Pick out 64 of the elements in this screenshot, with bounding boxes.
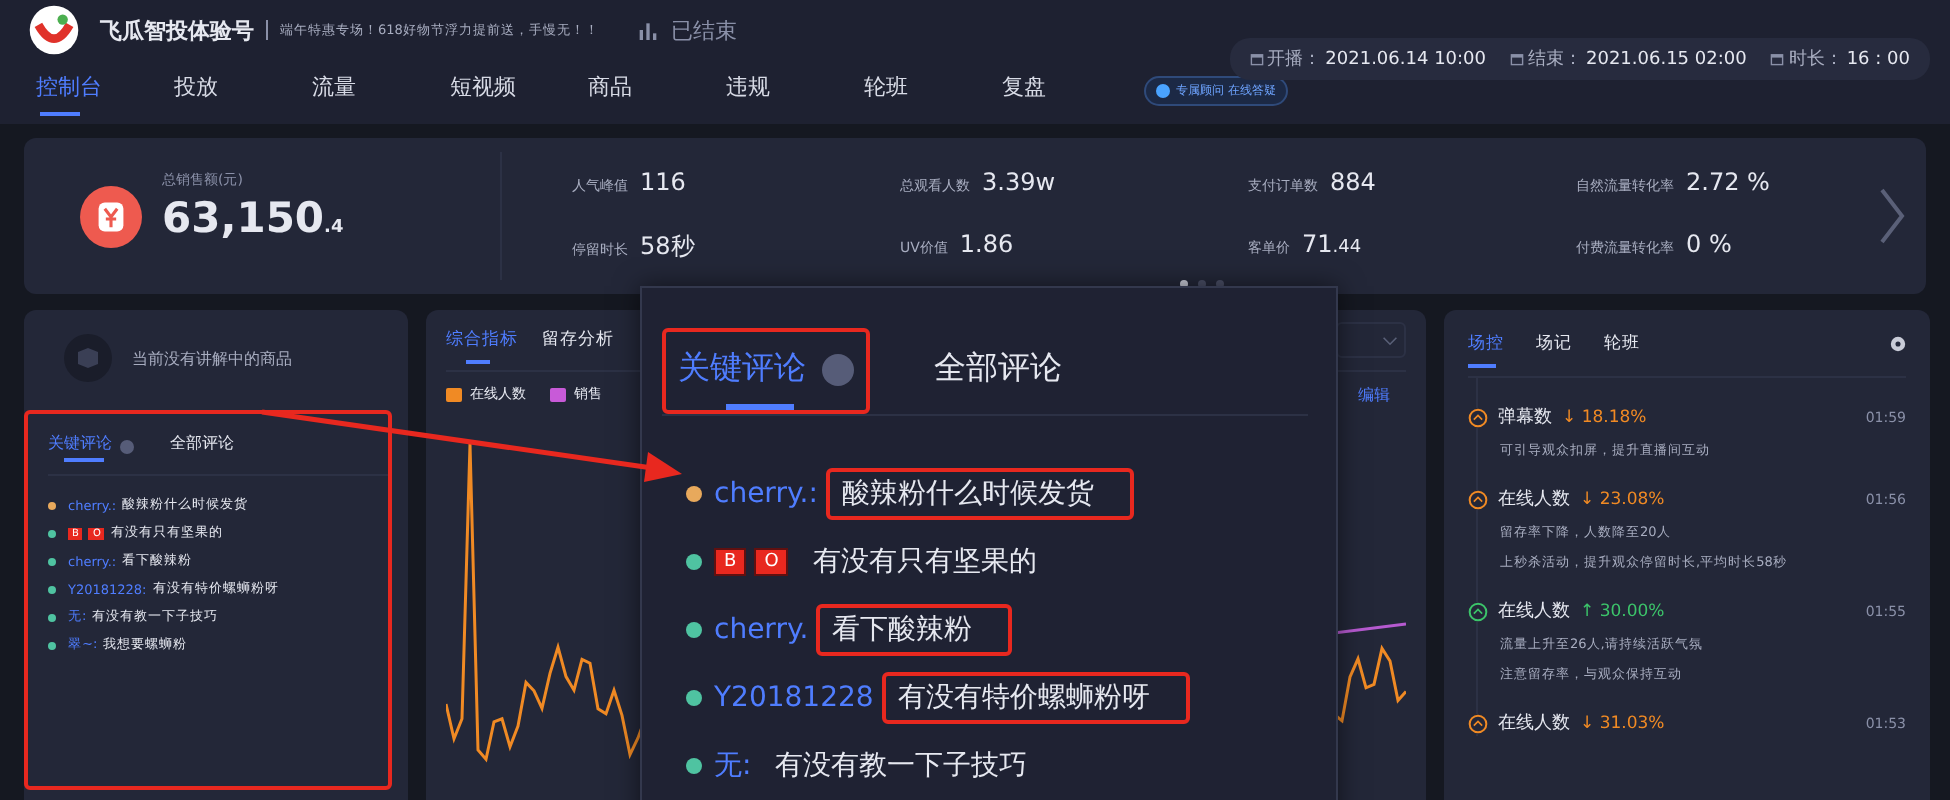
metric-value: 3.39w <box>982 168 1056 196</box>
event-change: ↓ 18.18% <box>1562 407 1647 427</box>
time-item: 时长： 16 : 00 <box>1770 46 1910 72</box>
event-change: ↑ 30.00% <box>1580 601 1665 621</box>
calendar-icon <box>1770 52 1785 66</box>
comment-text: 有没有教一下子技巧 <box>773 748 1030 786</box>
metric-value: 1.86 <box>959 230 1014 258</box>
comment-text: 有没有只有坚果的 <box>810 544 1039 582</box>
live-status: 已结束 <box>670 15 737 45</box>
nav-tab[interactable]: 投放 <box>166 61 304 119</box>
settings-icon[interactable] <box>1890 335 1906 351</box>
comment-text: 有没有特价螺蛳粉呀 <box>881 672 1190 724</box>
trend-icon <box>1468 713 1488 733</box>
event-change: ↓ 23.08% <box>1580 489 1665 509</box>
comment-tab[interactable]: 全部评论 <box>170 432 234 462</box>
time-item: 结束： 2021.06.15 02:00 <box>1510 46 1747 72</box>
nav-tab[interactable]: 流量 <box>304 61 442 119</box>
box-icon <box>64 334 112 382</box>
control-tab[interactable]: 场记 <box>1536 319 1572 367</box>
comment-user: cherry.: <box>714 478 818 510</box>
comment-tab[interactable]: 全部评论 <box>922 328 1074 414</box>
caret-icon <box>1382 335 1398 345</box>
event-title: 在线人数 <box>1498 599 1570 624</box>
user-badge: B <box>714 548 747 576</box>
comment-user: Y20181228 <box>714 682 874 714</box>
trend-icon <box>1468 407 1488 427</box>
metric-value: 71.44 <box>1302 230 1362 258</box>
info-icon <box>120 440 134 454</box>
user-badge: O <box>754 548 789 576</box>
edit-link[interactable]: 编辑 <box>1358 383 1390 405</box>
metric-value: 58秒 <box>640 230 695 264</box>
nav-tab[interactable]: 复盘 <box>994 61 1132 119</box>
comment-text: 看下酸辣粉 <box>816 604 1013 656</box>
nav-tab[interactable]: 违规 <box>718 61 856 119</box>
bar-chart-icon <box>638 20 659 40</box>
trend-icon <box>1468 601 1488 621</box>
logo-icon <box>28 4 80 56</box>
chart-tab[interactable]: 留存分析 <box>542 316 614 364</box>
nav-tab[interactable]: 商品 <box>580 61 718 119</box>
metric-value: 2.72 % <box>1686 168 1770 196</box>
metric-value: 0 % <box>1686 230 1732 258</box>
account-title: 飞瓜智投体验号 <box>100 15 254 45</box>
calendar-icon <box>1510 52 1524 66</box>
control-tab[interactable]: 轮班 <box>1604 319 1640 367</box>
comment-user: cherry. <box>714 614 809 646</box>
time-item: 开播： 2021.06.14 10:00 <box>1249 46 1486 72</box>
empty-product-text: 当前没有讲解中的商品 <box>132 347 292 369</box>
event-title: 在线人数 <box>1498 487 1570 512</box>
trend-icon <box>1468 489 1488 509</box>
comment-user: 无: <box>714 748 752 784</box>
metric-value: 884 <box>1330 168 1376 196</box>
metric-value: 116 <box>640 168 686 196</box>
comment-tab[interactable]: 关键评论 <box>48 432 112 462</box>
event-title: 弹幕数 <box>1498 405 1552 430</box>
nav-tab[interactable]: 轮班 <box>856 61 994 119</box>
info-icon <box>822 353 854 385</box>
calendar-icon <box>1249 52 1264 66</box>
event-title: 在线人数 <box>1498 711 1570 736</box>
comment-tab[interactable]: 关键评论 <box>662 328 870 414</box>
event-change: ↓ 31.03% <box>1580 713 1665 733</box>
comment-text: 酸辣粉什么时候发货 <box>825 468 1134 520</box>
total-sales-value: 63,150.4 <box>162 194 344 242</box>
nav-tab[interactable]: 短视频 <box>442 61 580 119</box>
yen-icon <box>80 185 142 247</box>
